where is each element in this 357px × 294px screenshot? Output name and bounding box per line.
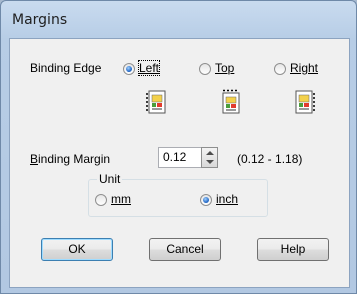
- ok-button[interactable]: OK: [41, 238, 113, 261]
- binding-top-icon: [222, 89, 240, 114]
- unit-inch-radio[interactable]: [200, 194, 212, 206]
- binding-top-radio[interactable]: [199, 63, 211, 75]
- binding-left-label[interactable]: Left: [137, 60, 161, 76]
- spin-up-icon[interactable]: [206, 151, 214, 155]
- binding-right-radio[interactable]: [274, 63, 286, 75]
- binding-left-icon: [146, 90, 166, 114]
- dialog-body: Binding Edge Left Top Right Binding Marg…: [9, 38, 350, 288]
- unit-mm-label[interactable]: mm: [111, 192, 131, 206]
- binding-margin-range: (0.12 - 1.18): [237, 152, 303, 166]
- spin-down-icon[interactable]: [206, 160, 214, 164]
- binding-top-label[interactable]: Top: [215, 61, 234, 75]
- unit-inch-label[interactable]: inch: [216, 192, 238, 206]
- margins-dialog: Margins Binding Edge Left Top Right Bind…: [0, 0, 357, 294]
- dialog-title: Margins: [12, 12, 68, 28]
- unit-mm-radio[interactable]: [95, 194, 107, 206]
- binding-margin-input[interactable]: 0.12: [158, 147, 206, 168]
- help-button[interactable]: Help: [257, 238, 329, 261]
- binding-margin-label: Binding Margin: [30, 152, 111, 166]
- binding-right-label[interactable]: Right: [290, 61, 318, 75]
- binding-right-icon: [295, 90, 315, 114]
- unit-group-title: Unit: [97, 172, 123, 186]
- unit-group: Unit mm inch: [88, 172, 268, 217]
- binding-left-radio[interactable]: [123, 63, 135, 75]
- binding-margin-spinner[interactable]: [201, 147, 218, 168]
- cancel-button[interactable]: Cancel: [149, 238, 221, 261]
- binding-edge-label: Binding Edge: [30, 61, 102, 75]
